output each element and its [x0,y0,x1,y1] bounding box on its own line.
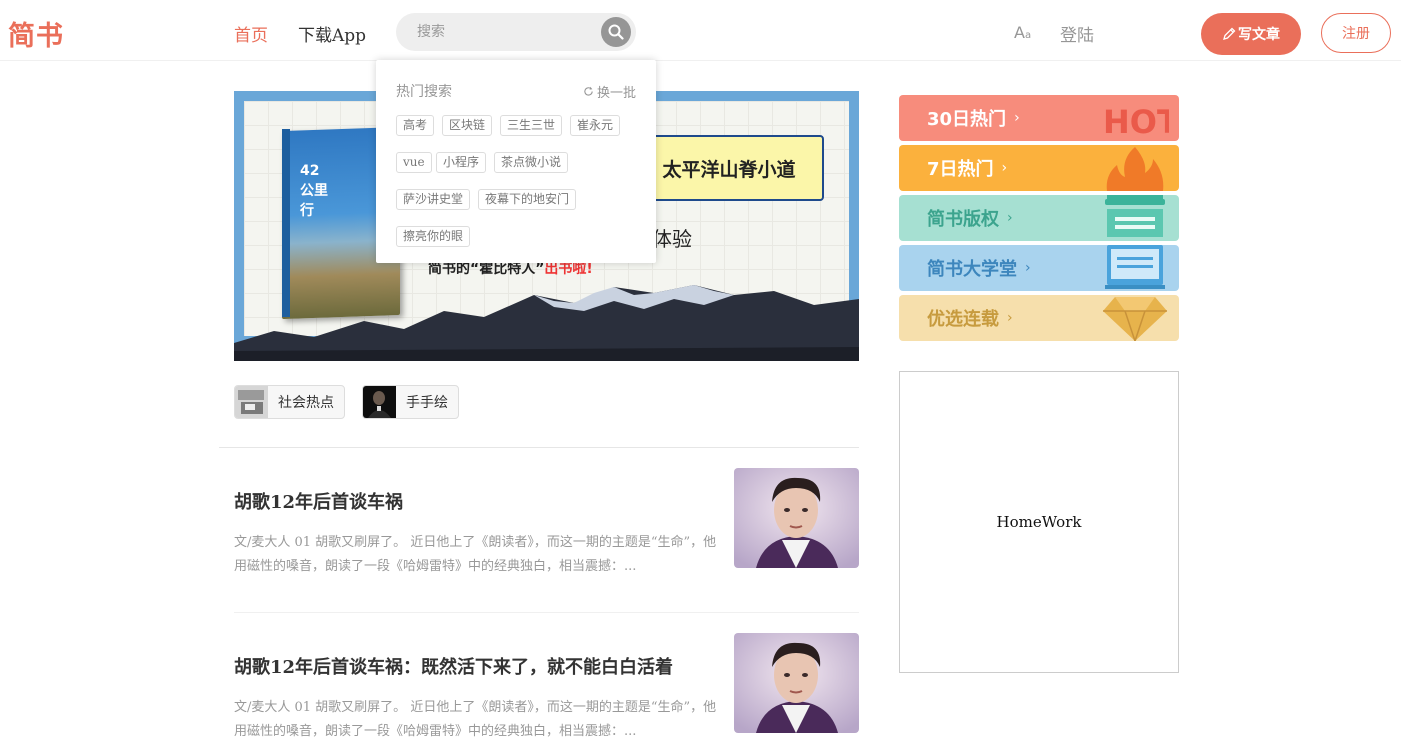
article-thumbnail[interactable] [734,633,859,733]
book-title-line: 行 [300,203,314,219]
nav-download-app-link[interactable]: 下载App [298,21,366,46]
login-link[interactable]: 登陆 [1060,21,1094,46]
top-nav-bar: 简书 首页 下载App Aa 登陆 写文章 注册 [0,0,1401,61]
search-box [396,13,636,51]
topic-thumbnail [235,386,268,418]
hot-search-tag[interactable]: 茶点微小说 [494,152,569,173]
hot-search-tag[interactable]: 夜幕下的地安门 [478,189,577,210]
book-cover-title: 42 公里 行 [300,161,328,221]
hot-search-tag[interactable]: vue [396,152,432,173]
hot-search-tag[interactable]: 萨沙讲史堂 [396,189,471,210]
hot-search-tag[interactable]: 小程序 [436,152,487,173]
board-label: 简书版权 [927,209,999,230]
portrait-image [734,633,859,733]
diamond-icon [1103,297,1167,341]
mountain-illustration [234,285,859,361]
pen-icon [1223,27,1236,40]
portrait-image [734,468,859,568]
hot-search-tag[interactable]: 三生三世 [500,115,563,136]
banner-slogan-prefix: 简书的“霍比特人” [428,261,545,277]
article-title[interactable]: 胡歌12年后首谈车祸：既然活下来了，就不能白白活着 [234,653,673,679]
hot-search-title: 热门搜索 [396,84,452,100]
article-title[interactable]: 胡歌12年后首谈车祸 [234,488,403,514]
font-size-toggle[interactable]: Aa [1014,23,1031,42]
chevron-right-icon: › [1001,160,1008,176]
book-title-line: 公里 [300,183,328,199]
search-button[interactable] [601,17,631,47]
screen-icon [1105,245,1165,289]
hot-icon-text: HOT [1103,103,1169,141]
hot-search-dropdown: 热门搜索 换一批 高考 区块链 三生三世 崔永元 vue 小程序 茶点微小说 萨… [376,60,656,263]
chevron-right-icon: › [1007,210,1013,226]
board-jianshu-university[interactable]: 简书大学堂 › [899,245,1179,291]
font-toggle-small-letter: a [1024,30,1032,41]
hot-search-tag[interactable]: 崔永元 [570,115,621,136]
board-featured-serials[interactable]: 优选连载 › [899,295,1179,341]
write-article-button[interactable]: 写文章 [1201,13,1301,55]
homework-panel: HomeWork [899,371,1179,673]
topic-label: 手手绘 [406,395,448,411]
article-abstract: 文/麦大人 01 胡歌又刷屏了。 近日他上了《朗读者》，而这一期的主题是“生命”… [234,700,717,739]
search-icon [608,24,624,40]
refresh-tags-button[interactable]: 换一批 [583,82,636,101]
font-toggle-letter: A [1014,23,1025,42]
board-label: 简书大学堂 [927,259,1017,280]
fire-icon [1106,147,1164,191]
board-7-day-hot[interactable]: 7日热门 › [899,145,1179,191]
board-copyright[interactable]: 简书版权 › [899,195,1179,241]
topic-label: 社会热点 [278,395,334,411]
hot-search-tag[interactable]: 擦亮你的眼 [396,226,471,247]
article-abstract: 文/麦大人 01 胡歌又刷屏了。 近日他上了《朗读者》，而这一期的主题是“生命”… [234,535,717,574]
refresh-label: 换一批 [596,86,636,101]
topic-chip[interactable]: 手手绘 [362,385,459,419]
book-title-line: 42 [300,163,320,179]
write-article-label: 写文章 [1238,27,1280,43]
article-divider [234,612,859,613]
banner-title: 太平洋山脊小道 [634,135,824,201]
hot-icon: HOT [1103,103,1169,141]
chevron-right-icon: › [1007,310,1013,326]
refresh-icon [584,86,593,96]
banner-slogan-highlight: 出书啦! [544,261,593,277]
typewriter-icon [1105,195,1165,237]
board-label: 30日热门 [927,109,1007,130]
search-input[interactable] [415,22,595,42]
register-button[interactable]: 注册 [1321,13,1391,53]
chevron-right-icon: › [1025,260,1031,276]
nav-home-link[interactable]: 首页 [234,21,268,46]
banner-subtitle: 体验 [652,227,692,251]
board-label: 优选连载 [927,309,999,330]
section-divider [219,447,859,448]
hot-search-tag[interactable]: 高考 [396,115,435,136]
hot-search-tag[interactable]: 区块链 [442,115,493,136]
article-thumbnail[interactable] [734,468,859,568]
board-30-day-hot[interactable]: 30日热门 › HOT [899,95,1179,141]
board-label: 7日热门 [927,159,994,180]
topic-chip[interactable]: 社会热点 [234,385,345,419]
chevron-right-icon: › [1014,110,1020,126]
topic-thumbnail [363,386,396,418]
jianshu-logo[interactable]: 简书 [8,14,64,53]
